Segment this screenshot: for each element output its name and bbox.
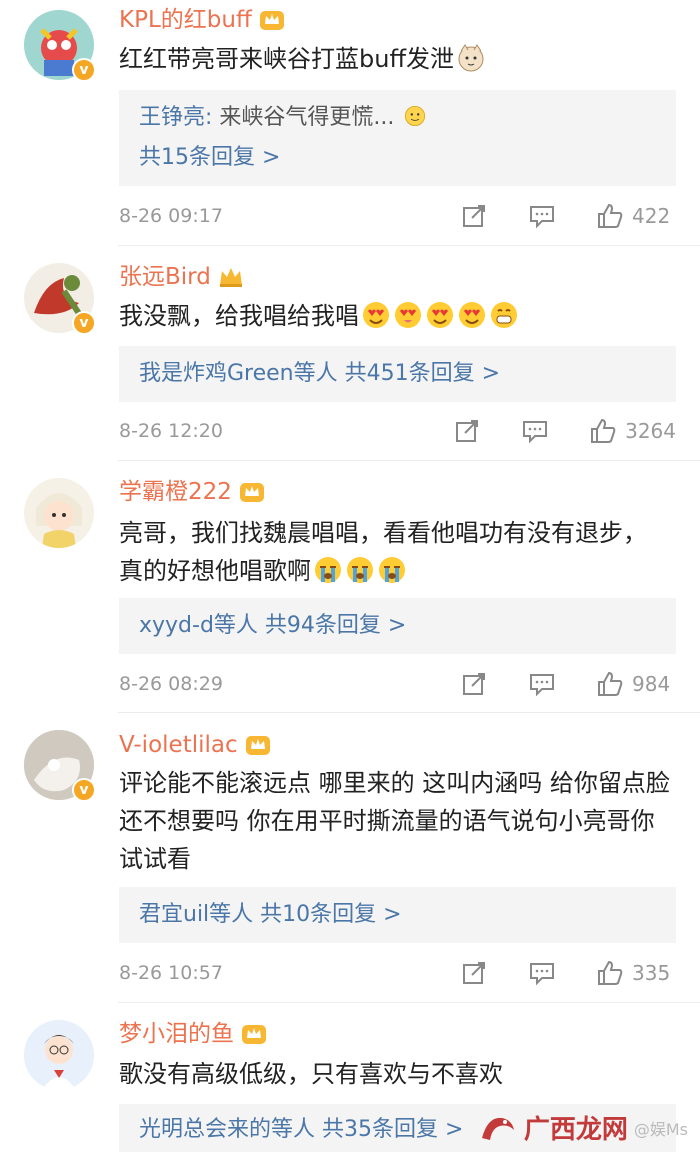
like-icon[interactable] [596,202,624,230]
commenter-name[interactable]: 梦小泪的鱼 [119,1020,234,1048]
watermark: 广西龙网 @娱Ms [478,1109,688,1146]
crown-icon [245,736,270,755]
reply-user[interactable]: 王铮亮: [139,105,212,130]
comment-time: 8-26 09:17 [119,205,223,227]
divider [118,712,700,713]
like-count: 3264 [625,419,676,443]
grin-emoji-icon [491,302,517,328]
reply-user[interactable]: 我是炸鸡Green等人 [139,361,338,386]
like-icon[interactable] [596,959,624,987]
like-icon[interactable] [589,417,617,445]
crown-icon [259,11,284,30]
reply-preview[interactable]: 君宜uil等人 共10条回复 > [119,887,676,943]
crying-emoji-icon [379,557,405,583]
share-icon[interactable] [460,670,488,698]
commenter-name[interactable]: 张远Bird [119,263,211,291]
heart-eyes-emoji-icon [427,302,453,328]
commenter-name[interactable]: 学霸橙222 [119,478,232,506]
comment-icon[interactable] [521,417,549,445]
share-icon[interactable] [460,959,488,987]
heart-eyes-emoji-icon [459,302,485,328]
avatar[interactable] [24,478,94,548]
crown-icon [239,483,264,502]
divider [118,245,700,246]
avatar[interactable] [24,1020,94,1090]
share-icon[interactable] [453,417,481,445]
like-count: 984 [632,672,671,696]
comment-text: 我没飘，给我唱给我唱 [119,302,359,330]
reply-preview[interactable]: xyyd-d等人 共94条回复 > [119,598,676,654]
crown-icon [219,268,242,287]
commenter-name[interactable]: V-ioletlilac [119,731,238,759]
verified-badge-icon: v [72,778,96,802]
comment-text: 红红带亮哥来峡谷打蓝buff发泄 [119,45,454,73]
comment-time: 8-26 12:20 [119,420,223,442]
watermark-brand: 广西龙网 [523,1115,628,1145]
divider [118,1002,700,1003]
heart-eyes-emoji-icon [395,302,421,328]
like-count: 335 [632,961,671,985]
smile-emoji-icon [405,106,426,126]
dragon-logo-icon [481,1117,514,1140]
divider [118,460,700,461]
share-icon[interactable] [460,202,488,230]
verified-badge-icon: v [72,311,96,335]
crying-emoji-icon [347,557,373,583]
crown-icon [242,1025,266,1044]
view-replies-link[interactable]: 共10条回复 > [253,902,401,927]
comment-time: 8-26 10:57 [119,962,223,984]
commenter-name[interactable]: KPL的红buff [119,6,252,34]
reply-user[interactable]: 君宜uil等人 [139,902,253,927]
view-replies-link[interactable]: 共451条回复 > [338,361,500,386]
crying-emoji-icon [315,557,341,583]
view-replies-link[interactable]: 共35条回复 > [315,1117,463,1142]
cat-emoji-icon [458,44,484,72]
reply-preview[interactable]: 王铮亮: 来峡谷气得更慌... 共15条回复 > [119,90,676,186]
view-replies-link[interactable]: 共15条回复 > [139,145,280,170]
comment-icon[interactable] [528,670,556,698]
reply-user[interactable]: xyyd-d等人 [139,613,258,638]
comment-icon[interactable] [528,959,556,987]
reply-user[interactable]: 光明总会来的等人 [139,1117,315,1142]
comment-text: 评论能不能滚远点 哪里来的 这叫内涵吗 给你留点脸还不想要吗 你在用平时撕流量的… [119,769,670,873]
comment-text: 歌没有高级低级，只有喜欢与不喜欢 [119,1060,503,1088]
comment-time: 8-26 08:29 [119,673,223,695]
view-replies-link[interactable]: 共94条回复 > [258,613,406,638]
reply-quote: 来峡谷气得更慌... [212,105,395,130]
comment-icon[interactable] [528,202,556,230]
watermark-sub: @娱Ms [633,1119,688,1139]
reply-preview[interactable]: 我是炸鸡Green等人 共451条回复 > [119,346,676,402]
heart-eyes-emoji-icon [363,302,389,328]
like-icon[interactable] [596,670,624,698]
like-count: 422 [632,204,671,228]
verified-badge-icon: v [72,58,96,82]
